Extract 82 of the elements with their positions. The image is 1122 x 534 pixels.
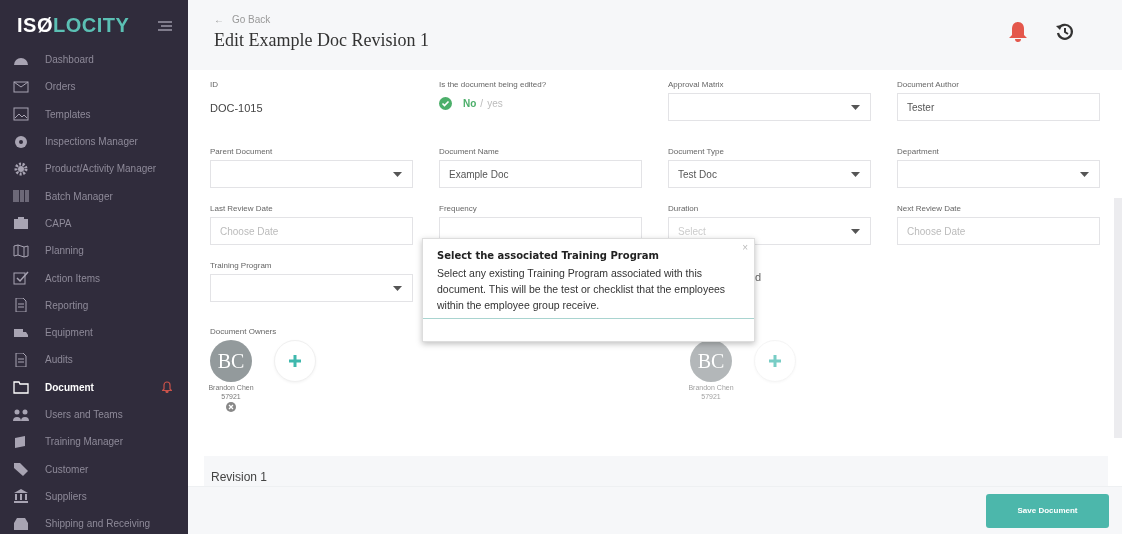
field-label: Is the document being edited? bbox=[439, 80, 548, 89]
folder-icon bbox=[13, 380, 29, 395]
field-label: ID bbox=[210, 80, 219, 89]
plus-icon bbox=[768, 354, 782, 368]
avatar: BC bbox=[690, 340, 732, 382]
sidebar-item[interactable]: Inspections Manager bbox=[0, 127, 188, 156]
field-label: Duration bbox=[668, 204, 700, 213]
select-field[interactable]: Test Doc bbox=[668, 160, 871, 188]
field-label: Document Name bbox=[439, 147, 501, 156]
sidebar-item[interactable]: Suppliers bbox=[0, 482, 188, 511]
briefcase-icon bbox=[13, 216, 29, 231]
input-field[interactable]: Example Doc bbox=[439, 160, 642, 188]
sidebar-item[interactable]: Dashboard bbox=[0, 46, 188, 74]
caret-icon bbox=[851, 105, 860, 110]
menu-icon[interactable] bbox=[158, 20, 172, 31]
field-label: Next Review Date bbox=[897, 204, 963, 213]
field-label: Frequency bbox=[439, 204, 478, 213]
select-field[interactable] bbox=[668, 93, 871, 121]
sidebar-item[interactable]: CAPA bbox=[0, 209, 188, 238]
select-field[interactable] bbox=[897, 160, 1100, 188]
sidebar-item[interactable]: Reporting bbox=[0, 291, 188, 319]
field-label: Document Type bbox=[668, 147, 725, 156]
avatar: BC bbox=[210, 340, 252, 382]
target-icon bbox=[13, 134, 29, 149]
history-icon[interactable] bbox=[1056, 23, 1074, 41]
logo: ISØLOCITY bbox=[17, 14, 130, 37]
caret-icon bbox=[393, 286, 402, 291]
field-label: Last Review Date bbox=[210, 204, 274, 213]
revision-title: Revision 1 bbox=[211, 470, 268, 484]
caret-icon bbox=[851, 172, 860, 177]
caret-icon bbox=[393, 172, 402, 177]
document-icon bbox=[13, 352, 29, 367]
document-icon bbox=[13, 298, 29, 313]
checkbox-icon bbox=[13, 271, 29, 285]
sidebar-item[interactable]: Product/Activity Manager bbox=[0, 155, 188, 183]
input-field[interactable]: Choose Date bbox=[897, 217, 1100, 245]
save-document-button[interactable]: Save Document bbox=[986, 493, 1109, 528]
field-label: Department bbox=[897, 147, 940, 156]
sidebar-item[interactable]: Action Items bbox=[0, 264, 188, 292]
bank-icon bbox=[13, 489, 29, 504]
sidebar-item[interactable]: Planning bbox=[0, 237, 188, 265]
sidebar-item[interactable]: Users and Teams bbox=[0, 400, 188, 429]
toggle-option[interactable]: No bbox=[463, 98, 477, 109]
barcode-icon bbox=[13, 189, 29, 204]
tag-icon bbox=[13, 462, 29, 477]
field-label: Document Author bbox=[897, 80, 960, 89]
sidebar-item[interactable]: Document bbox=[0, 373, 188, 401]
field-label: Training Program bbox=[210, 261, 273, 270]
id-value: DOC-1015 bbox=[210, 102, 264, 114]
input-field[interactable]: Tester bbox=[897, 93, 1100, 121]
add-button[interactable] bbox=[274, 340, 316, 382]
popover-text: Select any existing Training Program associated with this document. This will be the test or checklist that the employees within the employee group receive. bbox=[437, 266, 727, 313]
caret-icon bbox=[851, 229, 860, 234]
field-label: d bbox=[755, 271, 762, 283]
sidebar-item[interactable]: Templates bbox=[0, 100, 188, 128]
envelope-icon bbox=[13, 79, 29, 94]
page-title: Edit Example Doc Revision 1 bbox=[214, 30, 429, 51]
section-label: Document Owners bbox=[210, 327, 278, 336]
go-back-link[interactable]: ← Go Back bbox=[214, 14, 429, 25]
sidebar-item[interactable]: Equipment bbox=[0, 318, 188, 347]
map-icon bbox=[13, 243, 29, 258]
gear-icon bbox=[13, 161, 29, 176]
separator-text: / bbox=[480, 98, 484, 109]
caret-icon bbox=[1080, 172, 1089, 177]
sidebar-item[interactable]: Batch Manager bbox=[0, 182, 188, 210]
sidebar-item[interactable]: Audits bbox=[0, 346, 188, 374]
check-circle-icon bbox=[439, 97, 452, 110]
select-field[interactable] bbox=[210, 274, 413, 302]
sidebar-item[interactable]: Orders bbox=[0, 73, 188, 101]
input-field[interactable]: Choose Date bbox=[210, 217, 413, 245]
plus-icon bbox=[288, 354, 302, 368]
select-field[interactable] bbox=[210, 160, 413, 188]
people-icon bbox=[13, 407, 29, 422]
sidebar-item[interactable]: Training Manager bbox=[0, 428, 188, 456]
image-icon bbox=[13, 107, 29, 122]
remove-icon[interactable] bbox=[226, 402, 236, 412]
bell-icon[interactable] bbox=[1008, 21, 1028, 43]
sidebar-item[interactable]: Customer bbox=[0, 455, 188, 483]
field-label: Approval Matrix bbox=[668, 80, 725, 89]
sidebar-item[interactable]: Shipping and Receiving bbox=[0, 510, 188, 534]
field-label: Parent Document bbox=[210, 147, 274, 156]
popover-title: Select the associated Training Program bbox=[437, 250, 660, 261]
